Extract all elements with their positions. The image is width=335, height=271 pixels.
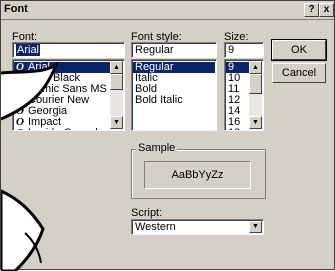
hand-drawn-overlay: [1, 61, 59, 271]
font-dialog: Font ? x Font: Arial OArialOArial BlackO…: [0, 0, 335, 271]
overlay-arrow-top: [1, 61, 59, 121]
overlay-hand-shape: [1, 189, 45, 271]
